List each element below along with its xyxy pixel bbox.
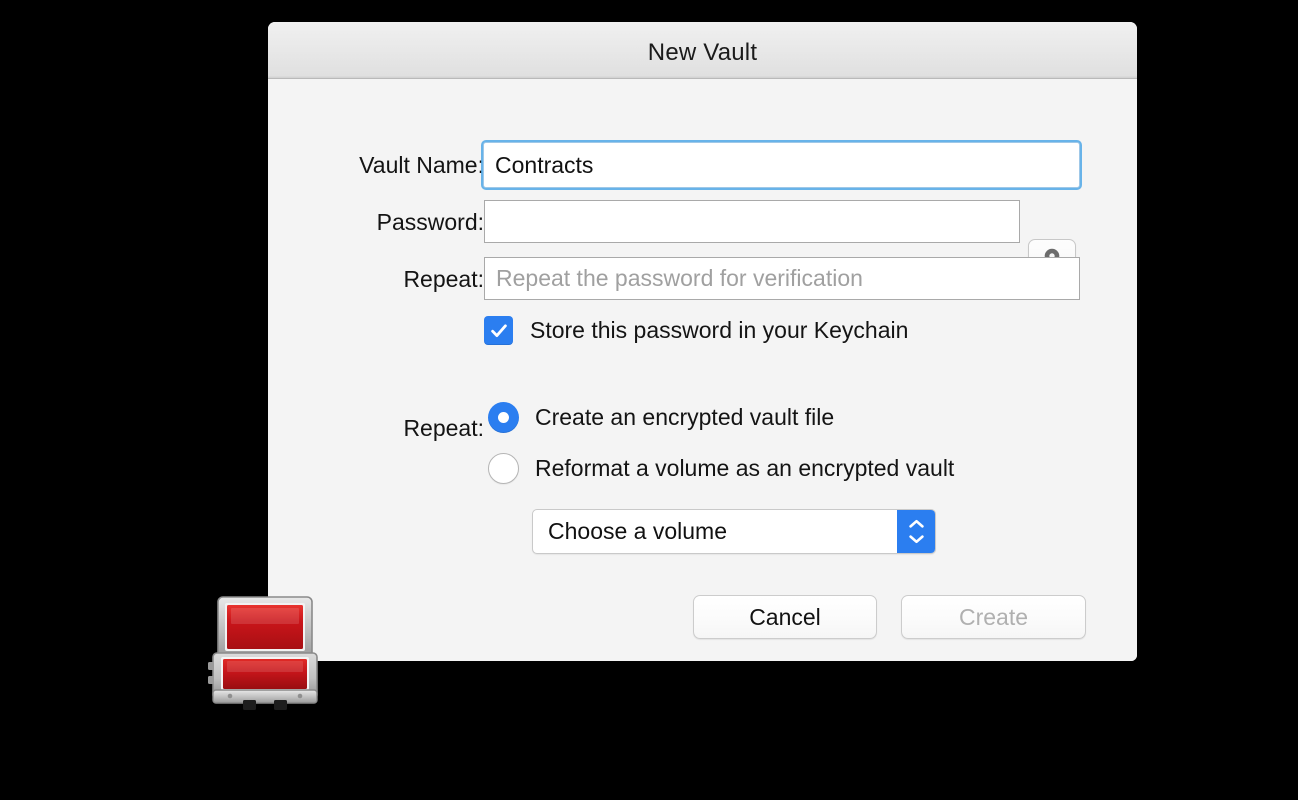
dialog-titlebar: New Vault <box>268 22 1137 79</box>
radio-create-vault-file-label: Create an encrypted vault file <box>535 404 835 430</box>
checkmark-icon <box>490 323 507 337</box>
radio-reformat-volume[interactable] <box>488 453 519 484</box>
radio-row-create-vault-file[interactable]: Create an encrypted vault file <box>488 402 834 433</box>
new-vault-dialog: New Vault Vault Name: Contracts Password… <box>268 22 1137 661</box>
desktop-background: New Vault Vault Name: Contracts Password… <box>0 0 1298 800</box>
dialog-title: New Vault <box>647 39 758 66</box>
store-in-keychain-checkbox-row[interactable]: Store this password in your Keychain <box>484 316 908 345</box>
vault-briefcase-icon <box>206 590 324 715</box>
vault-name-value: Contracts <box>495 151 594 178</box>
repeat-password-input[interactable]: Repeat the password for verification <box>484 257 1080 300</box>
store-in-keychain-label: Store this password in your Keychain <box>530 317 909 343</box>
password-label: Password: <box>376 209 484 235</box>
chevron-up-icon <box>908 519 924 528</box>
radio-row-reformat-volume[interactable]: Reformat a volume as an encrypted vault <box>488 453 954 484</box>
vault-name-label: Vault Name: <box>359 152 484 178</box>
repeat-password-placeholder: Repeat the password for verification <box>496 265 863 291</box>
cancel-button[interactable]: Cancel <box>693 595 877 639</box>
volume-select-stepper[interactable] <box>897 510 935 553</box>
dialog-body: Vault Name: Contracts Password: Repeat: … <box>268 80 1137 661</box>
volume-select[interactable]: Choose a volume <box>532 509 936 554</box>
radio-reformat-volume-label: Reformat a volume as an encrypted vault <box>535 455 955 481</box>
vault-mode-label: Repeat: <box>403 415 484 441</box>
vault-name-input[interactable]: Contracts <box>483 142 1080 188</box>
radio-create-vault-file[interactable] <box>488 402 519 433</box>
repeat-password-label: Repeat: <box>403 266 484 292</box>
chevron-down-icon <box>908 535 924 544</box>
store-in-keychain-checkbox[interactable] <box>484 316 513 345</box>
volume-select-value: Choose a volume <box>548 518 727 544</box>
create-button: Create <box>901 595 1086 639</box>
password-input[interactable] <box>484 200 1020 243</box>
